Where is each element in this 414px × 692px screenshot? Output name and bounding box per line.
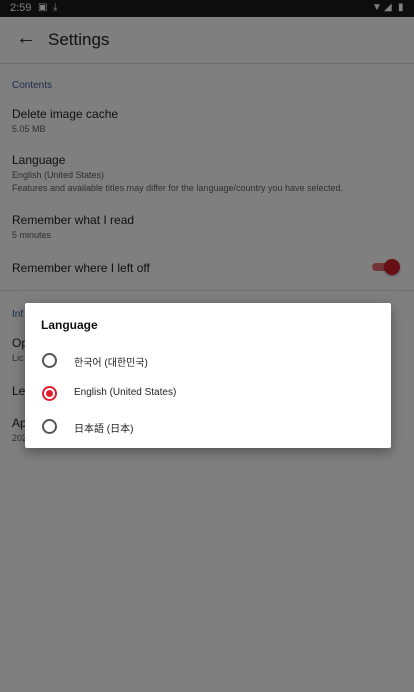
dialog-title: Language	[41, 318, 98, 332]
language-option-label: 한국어 (대한민국)	[74, 358, 148, 369]
language-option-label: English (United States)	[74, 387, 177, 398]
radio-button-selected[interactable]	[42, 386, 57, 401]
language-dialog: Language 한국어 (대한민국) English (United Stat…	[25, 303, 391, 448]
radio-button[interactable]	[42, 353, 57, 368]
language-option-japanese[interactable]: 日本語 (日本)	[25, 410, 391, 443]
radio-button[interactable]	[42, 419, 57, 434]
language-option-english[interactable]: English (United States)	[25, 377, 391, 410]
language-option-label: 日本語 (日本)	[74, 424, 134, 435]
language-option-korean[interactable]: 한국어 (대한민국)	[25, 344, 391, 377]
